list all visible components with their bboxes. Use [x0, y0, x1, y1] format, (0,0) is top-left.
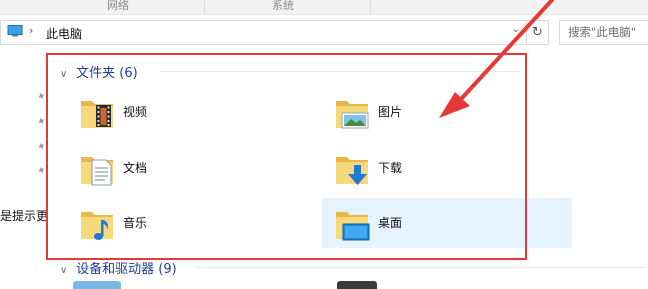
annotation-arrow-icon — [439, 0, 554, 118]
